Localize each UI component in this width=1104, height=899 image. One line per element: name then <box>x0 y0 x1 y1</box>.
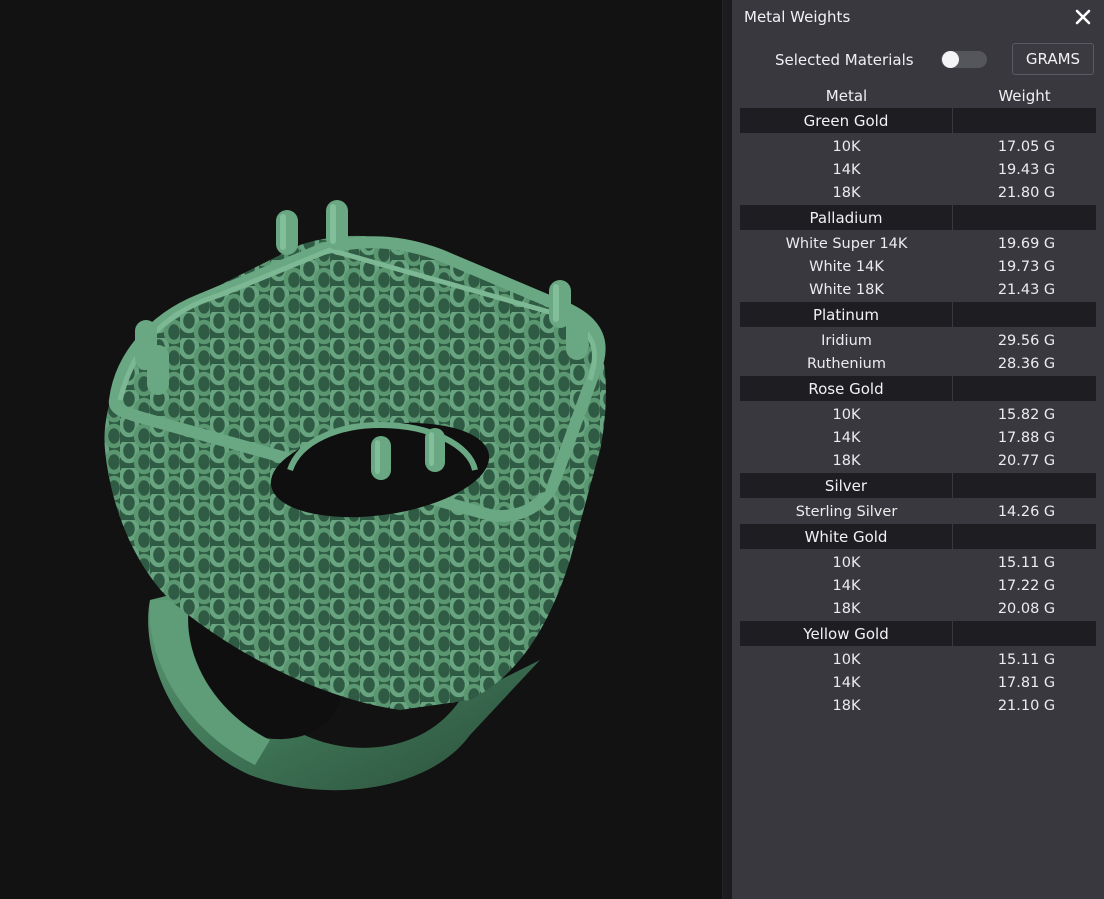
weight-cell: 21.43 G <box>997 281 1056 298</box>
group-weight-cell <box>953 108 1096 133</box>
metal-group: Rose Gold 10K 15.82 G 14K 17.88 G 18K 20.77 G <box>740 376 1096 472</box>
metal-cell: White Super 14K <box>785 235 908 252</box>
metal-cell: 14K <box>832 161 861 178</box>
column-header-weight: Weight <box>998 87 1051 105</box>
group-weight-cell <box>953 524 1096 549</box>
panel-title: Metal Weights <box>744 8 851 26</box>
table-row[interactable]: 18K 20.77 G <box>740 449 1096 472</box>
table-row[interactable]: 10K 15.11 G <box>740 551 1096 574</box>
table-row[interactable]: White 18K 21.43 G <box>740 278 1096 301</box>
weight-cell: 15.11 G <box>997 651 1056 668</box>
table-row[interactable]: 18K 21.10 G <box>740 694 1096 717</box>
metal-cell: 18K <box>832 600 861 617</box>
metal-cell: 14K <box>832 429 861 446</box>
metal-cell: 10K <box>832 651 861 668</box>
metal-cell: 18K <box>832 184 861 201</box>
table-row[interactable]: 10K 15.11 G <box>740 648 1096 671</box>
table-row[interactable]: Sterling Silver 14.26 G <box>740 500 1096 523</box>
weight-cell: 19.73 G <box>997 258 1056 275</box>
group-name: Palladium <box>740 205 952 230</box>
metal-cell: 18K <box>832 452 861 469</box>
close-button[interactable] <box>1072 6 1094 28</box>
ring-model <box>104 200 606 791</box>
metal-group: Palladium White Super 14K 19.69 G White 14K… <box>740 205 1096 301</box>
weight-cell: 17.22 G <box>997 577 1056 594</box>
metal-cell: 10K <box>832 138 861 155</box>
close-icon <box>1075 9 1091 25</box>
group-header-row[interactable]: White Gold <box>740 524 1096 549</box>
weight-cell: 21.10 G <box>997 697 1056 714</box>
weight-cell: 15.11 G <box>997 554 1056 571</box>
group-name: Platinum <box>740 302 952 327</box>
metal-group: Green Gold 10K 17.05 G 14K 19.43 G 18K 21.80 G <box>740 108 1096 204</box>
group-name: Yellow Gold <box>740 621 952 646</box>
metal-group: Yellow Gold 10K 15.11 G 14K 17.81 G 18K 21.10 … <box>740 621 1096 717</box>
group-header-row[interactable]: Silver <box>740 473 1096 498</box>
table-row[interactable]: Iridium 29.56 G <box>740 329 1096 352</box>
toggle-knob <box>942 51 959 68</box>
weight-cell: 17.88 G <box>997 429 1056 446</box>
table-row[interactable]: White Super 14K 19.69 G <box>740 232 1096 255</box>
metal-group: Platinum Iridium 29.56 G Ruthenium 28.36 G <box>740 302 1096 375</box>
group-name: Green Gold <box>740 108 952 133</box>
table-body: Green Gold 10K 17.05 G 14K 19.43 G 18K 21.80 G… <box>740 108 1096 717</box>
table-row[interactable]: Ruthenium 28.36 G <box>740 352 1096 375</box>
weights-table: Metal Weight Green Gold 10K 17.05 G 14K 19.4… <box>740 85 1096 718</box>
metal-group: White Gold 10K 15.11 G 14K 17.22 G 18K 20.08 G <box>740 524 1096 620</box>
group-header-row[interactable]: Palladium <box>740 205 1096 230</box>
units-button[interactable]: GRAMS <box>1012 43 1094 75</box>
table-header: Metal Weight <box>740 85 1096 107</box>
weight-cell: 17.81 G <box>997 674 1056 691</box>
table-row[interactable]: 14K 17.22 G <box>740 574 1096 597</box>
metal-cell: Sterling Silver <box>795 503 898 520</box>
group-weight-cell <box>953 302 1096 327</box>
weight-cell: 20.77 G <box>997 452 1056 469</box>
weight-cell: 19.69 G <box>997 235 1056 252</box>
weight-cell: 15.82 G <box>997 406 1056 423</box>
table-row[interactable]: 10K 15.82 G <box>740 403 1096 426</box>
metal-cell: 14K <box>832 674 861 691</box>
selected-materials-toggle[interactable] <box>941 51 987 68</box>
weight-cell: 21.80 G <box>997 184 1056 201</box>
column-header-metal: Metal <box>825 87 868 105</box>
weight-cell: 19.43 G <box>997 161 1056 178</box>
group-header-row[interactable]: Rose Gold <box>740 376 1096 401</box>
metal-cell: White 14K <box>809 258 884 275</box>
group-weight-cell <box>953 376 1096 401</box>
table-row[interactable]: 10K 17.05 G <box>740 135 1096 158</box>
group-name: White Gold <box>740 524 952 549</box>
table-row[interactable]: 18K 20.08 G <box>740 597 1096 620</box>
group-weight-cell <box>953 205 1096 230</box>
metal-cell: 14K <box>832 577 861 594</box>
3d-viewport[interactable] <box>0 0 722 899</box>
selected-materials-label: Selected Materials <box>775 51 914 69</box>
weight-cell: 20.08 G <box>997 600 1056 617</box>
group-header-row[interactable]: Yellow Gold <box>740 621 1096 646</box>
weight-cell: 17.05 G <box>997 138 1056 155</box>
weight-cell: 28.36 G <box>997 355 1056 372</box>
group-header-row[interactable]: Platinum <box>740 302 1096 327</box>
table-row[interactable]: 18K 21.80 G <box>740 181 1096 204</box>
table-row[interactable]: 14K 17.88 G <box>740 426 1096 449</box>
table-row[interactable]: White 14K 19.73 G <box>740 255 1096 278</box>
metal-weights-panel: Metal Weights Selected Materials GRAMS M… <box>732 0 1104 899</box>
group-weight-cell <box>953 621 1096 646</box>
weight-cell: 29.56 G <box>997 332 1056 349</box>
metal-cell: 10K <box>832 554 861 571</box>
group-name: Silver <box>740 473 952 498</box>
metal-group: Silver Sterling Silver 14.26 G <box>740 473 1096 523</box>
group-header-row[interactable]: Green Gold <box>740 108 1096 133</box>
weight-cell: 14.26 G <box>997 503 1056 520</box>
metal-cell: 18K <box>832 697 861 714</box>
metal-cell: 10K <box>832 406 861 423</box>
group-name: Rose Gold <box>740 376 952 401</box>
table-row[interactable]: 14K 19.43 G <box>740 158 1096 181</box>
metal-cell: Ruthenium <box>807 355 886 372</box>
metal-cell: Iridium <box>821 332 872 349</box>
metal-cell: White 18K <box>809 281 884 298</box>
table-row[interactable]: 14K 17.81 G <box>740 671 1096 694</box>
group-weight-cell <box>953 473 1096 498</box>
